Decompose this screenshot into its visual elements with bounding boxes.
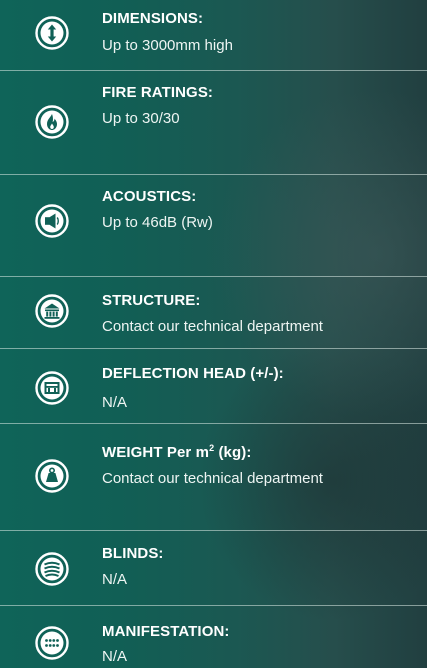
spec-value-blinds: N/A	[102, 571, 128, 588]
spec-title-acoustics: ACOUSTICS:	[102, 188, 197, 205]
spec-value-fire-ratings: Up to 30/30	[102, 110, 180, 127]
spec-row-fire-ratings: FIRE RATINGS: Up to 30/30	[0, 71, 427, 174]
spec-value-manifestation: N/A	[102, 648, 128, 665]
spec-value-dimensions: Up to 3000mm high	[102, 37, 233, 54]
blinds-icon	[35, 552, 69, 586]
spec-title-dimensions: DIMENSIONS:	[102, 10, 204, 27]
spec-row-dimensions: DIMENSIONS: Up to 3000mm high	[0, 0, 427, 70]
spec-value-deflection-head: N/A	[102, 394, 128, 411]
spec-value-weight: Contact our technical department	[102, 470, 323, 487]
spec-title-manifestation: MANIFESTATION:	[102, 623, 230, 640]
specifications-panel: DIMENSIONS: Up to 3000mm high FIRE RATIN…	[0, 0, 427, 668]
spec-title-blinds: BLINDS:	[102, 545, 164, 562]
spec-row-structure: STRUCTURE: Contact our technical departm…	[0, 277, 427, 348]
dimensions-icon	[35, 16, 69, 50]
manifestation-icon	[35, 626, 69, 660]
fire-icon	[35, 105, 69, 139]
weight-title-unit: (kg):	[214, 444, 252, 461]
spec-row-acoustics: ACOUSTICS: Up to 46dB (Rw)	[0, 175, 427, 276]
weight-icon	[35, 459, 69, 493]
deflection-head-icon	[35, 371, 69, 405]
spec-title-fire-ratings: FIRE RATINGS:	[102, 84, 214, 101]
spec-row-weight: WEIGHT Per m2 (kg): Contact our technica…	[0, 424, 427, 530]
structure-icon	[35, 294, 69, 328]
spec-row-manifestation: MANIFESTATION: N/A	[0, 606, 427, 668]
speaker-icon	[35, 204, 69, 238]
spec-title-structure: STRUCTURE:	[102, 292, 201, 309]
spec-row-blinds: BLINDS: N/A	[0, 531, 427, 605]
spec-title-deflection-head: DEFLECTION HEAD (+/-):	[102, 365, 284, 382]
spec-value-structure: Contact our technical department	[102, 318, 323, 335]
spec-value-acoustics: Up to 46dB (Rw)	[102, 214, 213, 231]
spec-title-weight: WEIGHT Per m2 (kg):	[102, 444, 251, 462]
spec-row-deflection-head: DEFLECTION HEAD (+/-): N/A	[0, 349, 427, 423]
weight-title-text: WEIGHT Per m	[102, 444, 210, 461]
